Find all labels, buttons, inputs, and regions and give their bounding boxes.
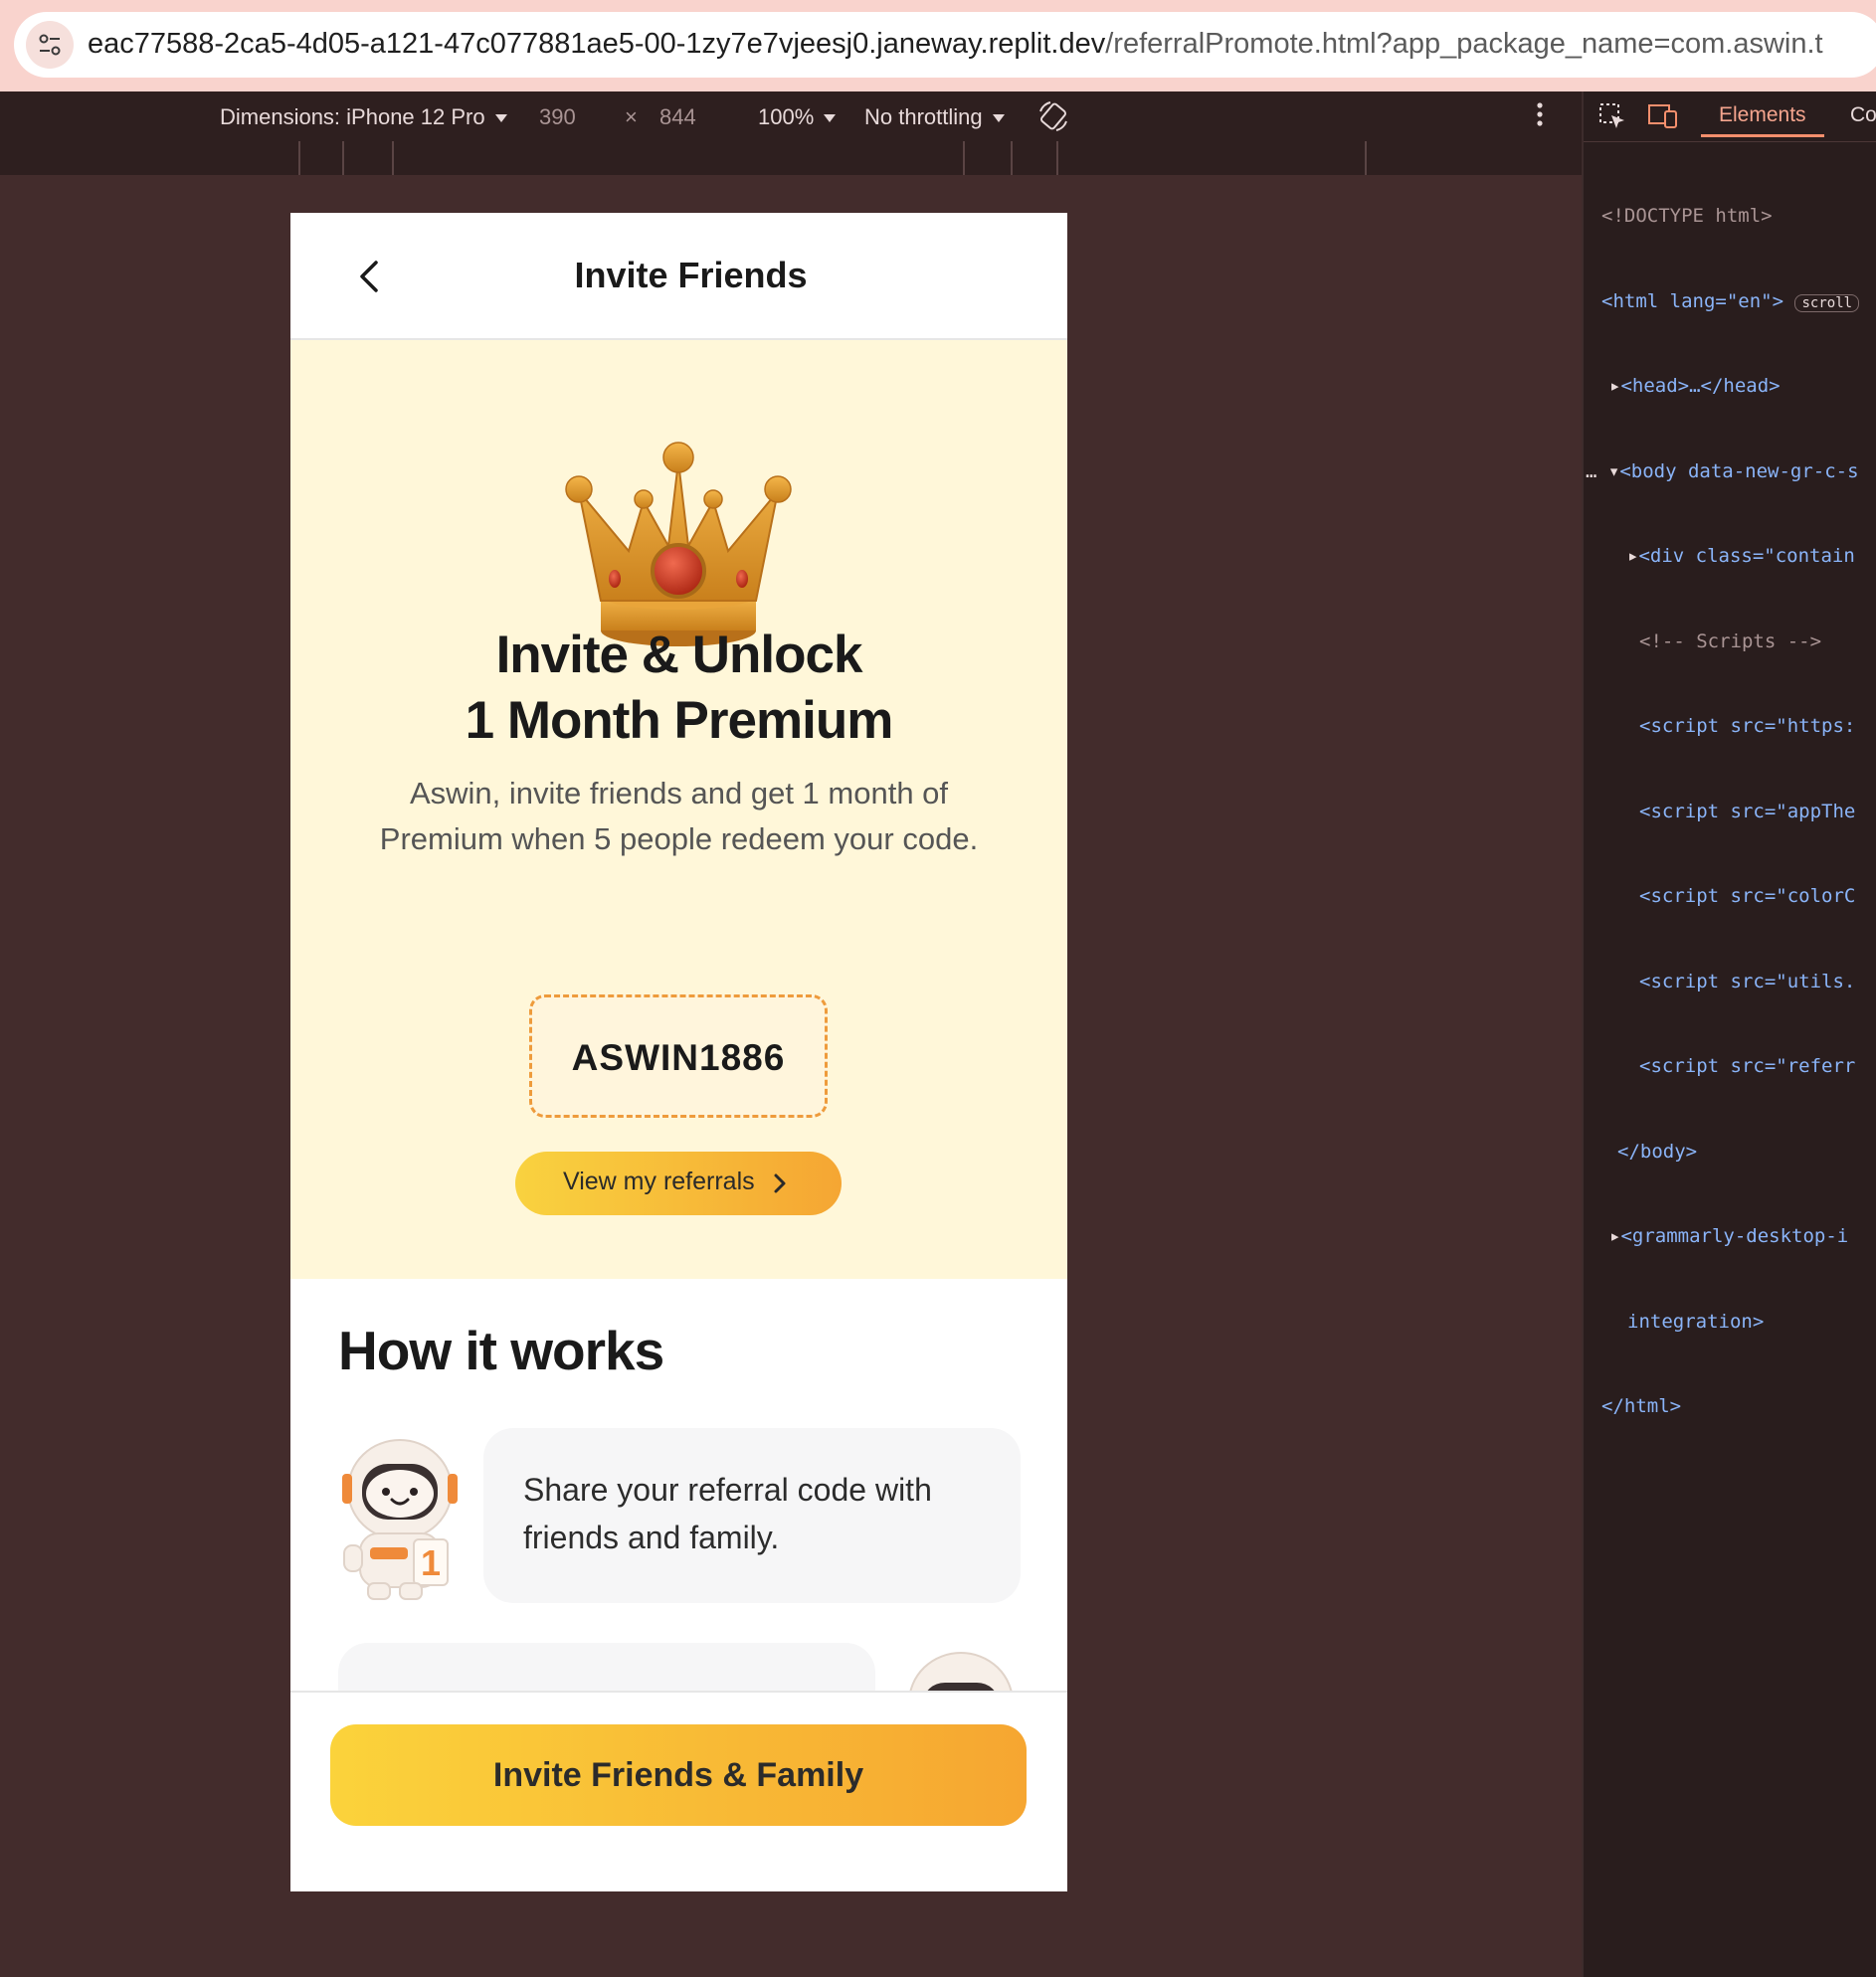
devtools-panel: Elements Co <!DOCTYPE html> <html lang="… bbox=[1582, 91, 1876, 1977]
hero-section: Invite & Unlock 1 Month Premium Aswin, i… bbox=[290, 340, 1067, 1279]
width-input[interactable]: 390 bbox=[539, 104, 576, 130]
hero-title-line2: 1 Month Premium bbox=[465, 691, 894, 750]
throttling-label: No throttling bbox=[864, 104, 983, 129]
dom-line[interactable]: <script src="https: bbox=[1584, 712, 1876, 741]
dom-line-selected[interactable]: … ▾<body data-new-gr-c-s bbox=[1584, 457, 1876, 486]
dom-line[interactable]: ▸<head>…</head> bbox=[1584, 372, 1876, 401]
dom-tree: <!DOCTYPE html> <html lang="en"> scroll … bbox=[1584, 145, 1876, 1478]
dom-line[interactable]: <!-- Scripts --> bbox=[1584, 628, 1876, 656]
app-header: Invite Friends bbox=[290, 213, 1067, 340]
dimensions-label: Dimensions: iPhone 12 Pro bbox=[220, 104, 485, 129]
view-referrals-button[interactable]: View my referrals bbox=[515, 1152, 842, 1215]
times-label: × bbox=[625, 104, 638, 129]
devtools-tabs: Elements Co bbox=[1584, 91, 1876, 142]
ruler-tick bbox=[342, 141, 344, 175]
footer-bar: Invite Friends & Family bbox=[290, 1691, 1067, 1891]
throttling-dropdown[interactable]: No throttling bbox=[864, 104, 1005, 130]
dom-line[interactable]: <script src="utils. bbox=[1584, 968, 1876, 996]
dom-line[interactable]: <script src="referr bbox=[1584, 1052, 1876, 1081]
dimensions-dropdown[interactable]: Dimensions: iPhone 12 Pro bbox=[220, 104, 507, 130]
invite-friends-button[interactable]: Invite Friends & Family bbox=[330, 1724, 1027, 1826]
ellipsis-icon[interactable]: … bbox=[1586, 460, 1608, 482]
scroll-badge[interactable]: scroll bbox=[1794, 293, 1860, 312]
astronaut-mascot-icon: 1 bbox=[334, 1428, 473, 1608]
dom-line[interactable]: <script src="colorC bbox=[1584, 882, 1876, 911]
ruler-tick bbox=[1011, 141, 1013, 175]
zoom-label: 100% bbox=[758, 104, 815, 129]
hero-subtitle-line2: Premium when 5 people redeem your code. bbox=[379, 821, 979, 856]
chevron-down-icon bbox=[992, 114, 1005, 123]
ruler-tick bbox=[392, 141, 394, 175]
url-field[interactable]: eac77588-2ca5-4d05-a121-47c077881ae5-00-… bbox=[14, 12, 1876, 78]
hero-title-line1: Invite & Unlock bbox=[495, 626, 863, 684]
more-vert-icon[interactable] bbox=[1535, 99, 1545, 135]
zoom-dropdown[interactable]: 100% bbox=[758, 104, 837, 130]
tab-elements[interactable]: Elements bbox=[1701, 91, 1824, 137]
address-bar: eac77588-2ca5-4d05-a121-47c077881ae5-00-… bbox=[0, 0, 1876, 91]
dom-line[interactable]: </html> bbox=[1584, 1392, 1876, 1421]
ruler-tick bbox=[1365, 141, 1367, 175]
chevron-down-icon bbox=[494, 114, 507, 123]
how-it-works-title: How it works bbox=[338, 1320, 664, 1381]
step-text: Share your referral code with friends an… bbox=[523, 1472, 932, 1555]
chevron-right-icon bbox=[774, 1173, 786, 1193]
expand-arrow-icon[interactable]: ▸ bbox=[1627, 545, 1638, 567]
rotate-icon[interactable] bbox=[1036, 99, 1070, 139]
expand-arrow-icon[interactable]: ▸ bbox=[1609, 375, 1620, 397]
height-input[interactable]: 844 bbox=[659, 104, 696, 130]
url-host: eac77588-2ca5-4d05-a121-47c077881ae5-00-… bbox=[88, 28, 1106, 60]
url-text[interactable]: eac77588-2ca5-4d05-a121-47c077881ae5-00-… bbox=[88, 28, 1823, 61]
how-it-works-step: Share your referral code with friends an… bbox=[483, 1428, 1021, 1603]
dom-line[interactable]: ▸<grammarly-desktop-i bbox=[1584, 1222, 1876, 1251]
ruler-tick bbox=[298, 141, 300, 175]
page-title: Invite Friends bbox=[574, 255, 808, 295]
invite-friends-label: Invite Friends & Family bbox=[492, 1756, 864, 1794]
ruler-tick bbox=[963, 141, 965, 175]
referral-code-box[interactable]: ASWIN1886 bbox=[529, 994, 828, 1118]
device-toolbar: Dimensions: iPhone 12 Pro 390 × 844 100%… bbox=[0, 91, 1582, 142]
referral-code: ASWIN1886 bbox=[571, 1037, 786, 1078]
url-path: /referralPromote.html?app_package_name=c… bbox=[1105, 28, 1823, 60]
dom-line[interactable]: <!DOCTYPE html> bbox=[1584, 202, 1876, 231]
collapse-arrow-icon[interactable]: ▾ bbox=[1608, 460, 1619, 482]
inspect-element-icon[interactable] bbox=[1597, 101, 1627, 136]
media-query-ruler bbox=[0, 141, 1582, 175]
svg-text:1: 1 bbox=[421, 1542, 441, 1583]
dom-line[interactable]: <script src="appThe bbox=[1584, 798, 1876, 826]
dom-line[interactable]: </body> bbox=[1584, 1138, 1876, 1167]
device-toggle-icon[interactable] bbox=[1647, 101, 1679, 136]
view-referrals-label: View my referrals bbox=[563, 1168, 755, 1195]
chevron-down-icon bbox=[824, 114, 837, 123]
device-viewport: Invite Friends Invite & Unlock 1 Month P… bbox=[290, 213, 1067, 1891]
site-settings-icon[interactable] bbox=[26, 21, 74, 69]
ruler-tick bbox=[1056, 141, 1058, 175]
dom-line[interactable]: <html lang="en"> scroll bbox=[1584, 287, 1876, 316]
tab-console[interactable]: Co bbox=[1850, 103, 1876, 127]
hero-subtitle-line1: Aswin, invite friends and get 1 month of bbox=[409, 776, 949, 810]
expand-arrow-icon[interactable]: ▸ bbox=[1609, 1225, 1620, 1247]
dom-line[interactable]: ▸<div class="contain bbox=[1584, 542, 1876, 571]
dom-line[interactable]: integration> bbox=[1584, 1308, 1876, 1337]
